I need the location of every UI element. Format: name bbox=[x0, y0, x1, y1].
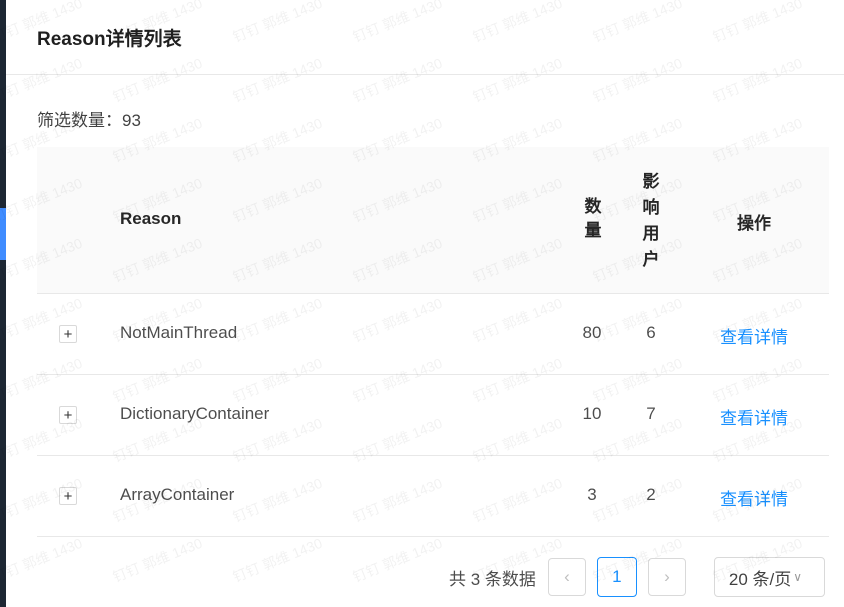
column-header-reason: Reason bbox=[120, 209, 182, 228]
reason-cell: ArrayContainer bbox=[120, 485, 235, 504]
filter-count-value: 93 bbox=[122, 111, 141, 130]
reason-cell: NotMainThread bbox=[120, 323, 238, 342]
chevron-down-icon: ∨ bbox=[793, 570, 803, 584]
filter-count-label: 筛选数量： bbox=[37, 111, 122, 130]
view-details-link[interactable]: 查看详情 bbox=[720, 323, 788, 348]
expand-row-button[interactable]: + bbox=[59, 406, 77, 424]
page-size-value: 20 条/页 bbox=[728, 569, 792, 589]
reason-detail-modal: Reason详情列表 筛选数量：93 Reason 数量 影响用户 操作 + N… bbox=[6, 0, 844, 607]
chevron-left-icon: ‹ bbox=[564, 567, 570, 586]
table-row: + NotMainThread 80 6 查看详情 bbox=[37, 294, 829, 375]
table-row: + ArrayContainer 3 2 查看详情 bbox=[37, 456, 829, 537]
table-row: + DictionaryContainer 10 7 查看详情 bbox=[37, 375, 829, 456]
modal-title: Reason详情列表 bbox=[37, 28, 182, 50]
expand-row-button[interactable]: + bbox=[59, 325, 77, 343]
users-cell: 2 bbox=[646, 485, 656, 504]
chevron-right-icon: › bbox=[664, 567, 670, 586]
users-cell: 7 bbox=[646, 404, 656, 423]
column-header-affected-users: 影响用户 bbox=[642, 172, 660, 269]
view-details-link[interactable]: 查看详情 bbox=[720, 404, 788, 429]
view-details-link[interactable]: 查看详情 bbox=[720, 485, 788, 510]
pagination-total: 共 3 条数据 bbox=[449, 569, 536, 589]
reason-table: Reason 数量 影响用户 操作 + NotMainThread 80 6 查… bbox=[37, 147, 829, 537]
pagination: 共 3 条数据 ‹ 1 › 20 条/页 ∨ bbox=[449, 557, 825, 597]
count-cell: 3 bbox=[587, 485, 597, 504]
count-cell: 80 bbox=[582, 323, 602, 342]
next-page-button[interactable]: › bbox=[647, 558, 686, 596]
count-cell: 10 bbox=[582, 404, 602, 423]
page-number-button[interactable]: 1 bbox=[596, 557, 637, 597]
column-header-count: 数量 bbox=[584, 197, 602, 240]
filter-count: 筛选数量：93 bbox=[37, 106, 141, 131]
reason-cell: DictionaryContainer bbox=[120, 404, 270, 423]
page-size-select[interactable]: 20 条/页 ∨ bbox=[713, 557, 825, 597]
expand-row-button[interactable]: + bbox=[59, 487, 77, 505]
modal-header: Reason详情列表 bbox=[6, 0, 844, 75]
users-cell: 6 bbox=[646, 323, 656, 342]
prev-page-button[interactable]: ‹ bbox=[547, 558, 586, 596]
column-header-action: 操作 bbox=[737, 214, 771, 233]
table-header: Reason 数量 影响用户 操作 bbox=[37, 147, 829, 294]
